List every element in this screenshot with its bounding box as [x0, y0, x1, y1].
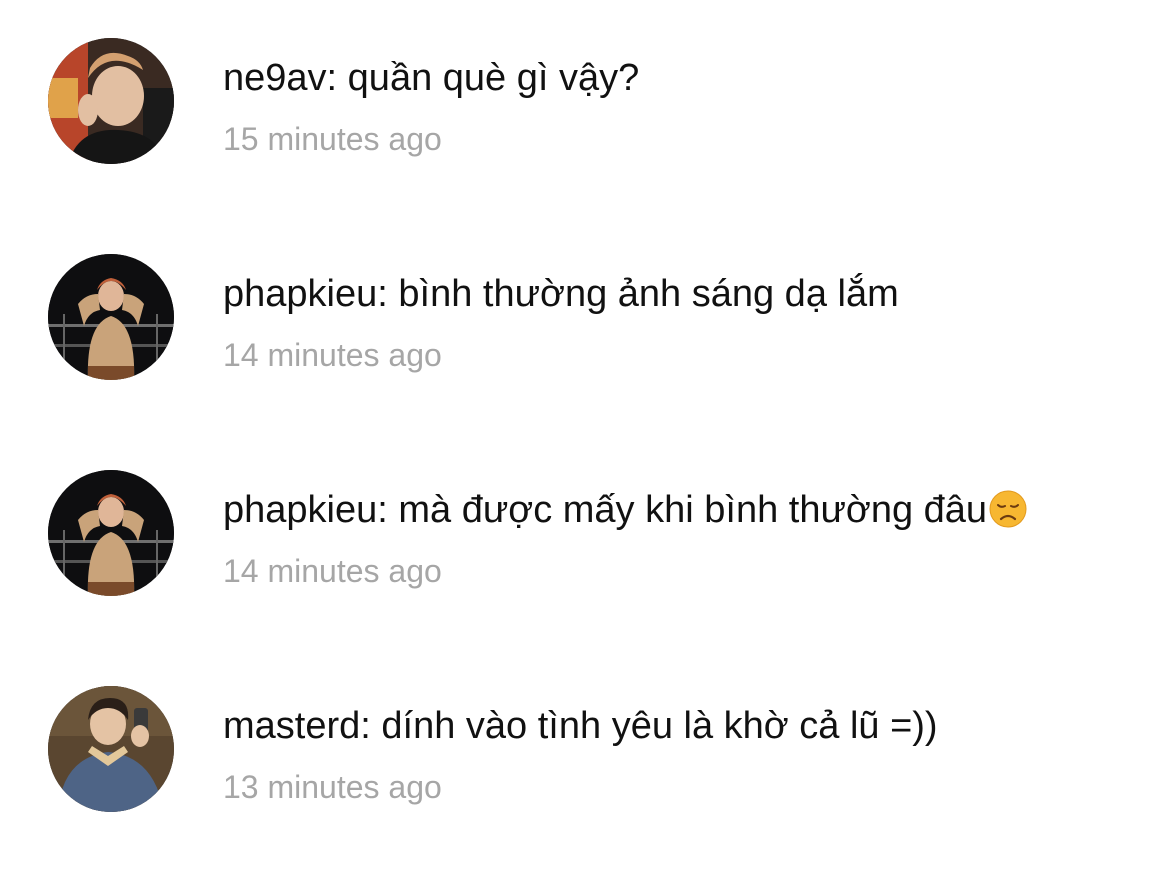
comment-timestamp: 14 minutes ago — [223, 337, 442, 373]
comment-item: ne9av: quần què gì vậy? 15 minutes ago — [0, 38, 1170, 178]
comment-username[interactable]: ne9av — [223, 57, 327, 99]
comment-text: ne9av: quần què gì vậy? — [223, 57, 640, 99]
comment-message: dính vào tình yêu là khờ cả lũ =)) — [381, 705, 938, 747]
comment-username[interactable]: masterd — [223, 705, 360, 747]
comment-username[interactable]: phapkieu — [223, 273, 377, 315]
comment-message: quần què gì vậy? — [347, 57, 640, 99]
comment-message: mà được mấy khi bình thường đâu — [398, 489, 988, 531]
comment-timestamp: 13 minutes ago — [223, 769, 442, 805]
comment-item: phapkieu: mà được mấy khi bình thường đâ… — [0, 470, 1170, 610]
comment-message: bình thường ảnh sáng dạ lắm — [398, 273, 899, 315]
comment-text: phapkieu: mà được mấy khi bình thường đâ… — [223, 488, 1027, 538]
comment-timestamp: 15 minutes ago — [223, 121, 442, 157]
avatar[interactable] — [48, 38, 174, 164]
comment-item: phapkieu: bình thường ảnh sáng dạ lắm 14… — [0, 254, 1170, 394]
comment-timestamp: 14 minutes ago — [223, 553, 442, 589]
avatar[interactable] — [48, 254, 174, 380]
comment-text: phapkieu: bình thường ảnh sáng dạ lắm — [223, 273, 899, 315]
comment-username[interactable]: phapkieu — [223, 489, 377, 531]
disappointed-face-icon — [989, 490, 1027, 538]
comment-text: masterd: dính vào tình yêu là khờ cả lũ … — [223, 705, 938, 747]
avatar[interactable] — [48, 470, 174, 596]
comment-item: masterd: dính vào tình yêu là khờ cả lũ … — [0, 686, 1170, 826]
avatar[interactable] — [48, 686, 174, 812]
